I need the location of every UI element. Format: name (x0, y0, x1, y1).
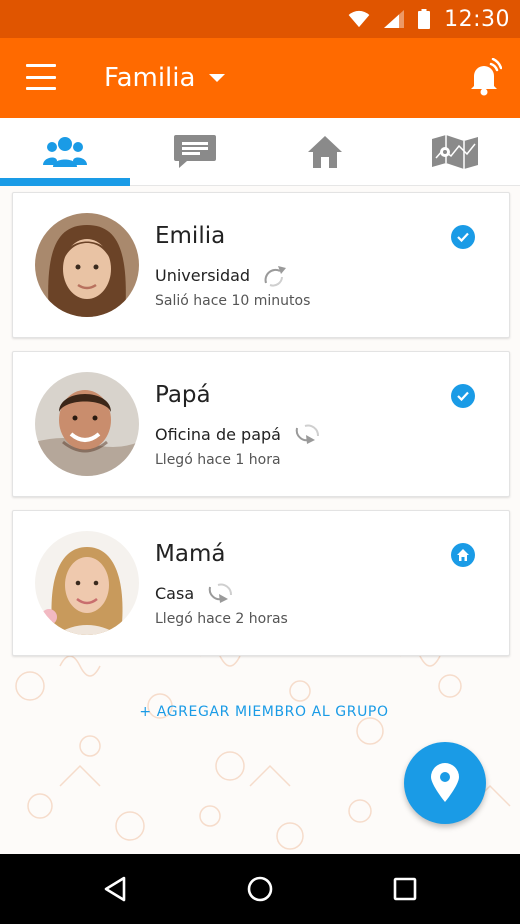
battery-icon (418, 9, 431, 29)
tab-bar (0, 118, 520, 186)
status-time: 12:30 (444, 6, 510, 32)
home-button[interactable] (243, 872, 277, 906)
location-pin-icon (431, 763, 459, 802)
member-location-label: Universidad (155, 265, 251, 285)
back-button[interactable] (98, 872, 132, 906)
member-list-area: Emilia Universidad Salió hace 10 minutos (0, 186, 520, 854)
member-card-emilia[interactable]: Emilia Universidad Salió hace 10 minutos (12, 192, 510, 338)
group-icon (43, 137, 87, 167)
member-name: Mamá (155, 541, 226, 567)
chevron-down-icon (209, 74, 226, 82)
map-icon (432, 135, 478, 169)
check-circle-icon (451, 225, 475, 249)
recents-square-icon (393, 877, 417, 901)
check-in-fab[interactable] (404, 742, 486, 824)
member-card-mama[interactable]: Mamá Casa Llegó hace 2 horas (12, 510, 510, 656)
app-bar: Familia (0, 38, 520, 118)
tab-chat[interactable] (130, 118, 260, 186)
back-triangle-icon (104, 876, 126, 902)
menu-button[interactable] (26, 64, 56, 90)
check-circle-icon (451, 384, 475, 408)
recents-button[interactable] (388, 872, 422, 906)
avatar (35, 531, 139, 635)
group-selector[interactable]: Familia (104, 58, 226, 98)
chat-icon (174, 135, 216, 168)
menu-icon-line (26, 75, 56, 79)
avatar (35, 213, 139, 317)
member-time: Llegó hace 1 hora (155, 452, 281, 468)
member-location: Oficina de papá (155, 422, 321, 446)
avatar (35, 372, 139, 476)
home-icon (308, 136, 342, 168)
member-location: Casa (155, 581, 234, 605)
menu-icon-line (26, 64, 56, 67)
wifi-icon (348, 10, 370, 28)
system-nav-bar (0, 854, 520, 924)
member-location-label: Casa (155, 583, 195, 603)
member-location: Universidad (155, 263, 290, 287)
member-time: Llegó hace 2 horas (155, 611, 288, 627)
departure-arrow-icon (264, 266, 287, 287)
group-title: Familia (104, 63, 196, 93)
home-circle-nav-icon (247, 876, 273, 902)
member-location-label: Oficina de papá (155, 424, 281, 444)
member-card-papa[interactable]: Papá Oficina de papá Llegó hace 1 hora (12, 351, 510, 497)
home-circle-icon (451, 543, 475, 567)
add-member-link[interactable]: + AGREGAR MIEMBRO AL GRUPO (0, 704, 520, 720)
tab-members[interactable] (0, 118, 130, 186)
bell-ringing-icon (471, 57, 503, 96)
status-bar: 12:30 (0, 0, 520, 38)
signal-icon (384, 10, 405, 28)
member-time: Salió hace 10 minutos (155, 293, 311, 309)
tab-map[interactable] (390, 118, 520, 186)
arrival-arrow-icon (295, 424, 319, 444)
tab-places[interactable] (260, 118, 390, 186)
member-name: Papá (155, 382, 211, 408)
arrival-arrow-icon (208, 583, 233, 603)
status-icons: 12:30 (348, 0, 510, 38)
menu-icon-line (26, 87, 56, 90)
notifications-button[interactable] (466, 57, 503, 98)
member-name: Emilia (155, 223, 226, 249)
